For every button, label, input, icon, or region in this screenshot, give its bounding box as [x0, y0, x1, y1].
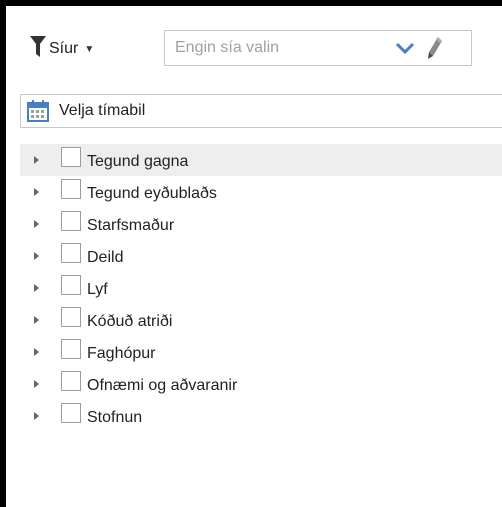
expand-arrow-icon[interactable]: [34, 348, 39, 356]
funnel-icon: [30, 35, 46, 63]
tree-item-medication[interactable]: Lyf: [20, 272, 502, 304]
select-period-label: Velja tímabil: [59, 102, 146, 119]
tree-item-checkbox[interactable]: [61, 339, 81, 359]
filter-tree: Tegund gagna Tegund eyðublaðs Starfsmaðu…: [20, 144, 502, 432]
expand-arrow-icon[interactable]: [34, 412, 39, 420]
expand-arrow-icon[interactable]: [34, 252, 39, 260]
chevron-down-icon[interactable]: [395, 41, 415, 60]
caret-down-icon: ▼: [84, 43, 95, 55]
tree-item-label: Lyf: [87, 281, 108, 298]
tree-item-label: Tegund eyðublaðs: [87, 185, 217, 202]
tree-item-checkbox[interactable]: [61, 403, 81, 423]
tree-item-label: Kóðuð atriði: [87, 313, 173, 330]
tree-item-checkbox[interactable]: [61, 243, 81, 263]
expand-arrow-icon[interactable]: [34, 284, 39, 292]
tree-item-checkbox[interactable]: [61, 179, 81, 199]
tree-item-label: Stofnun: [87, 409, 143, 426]
tree-item-professional-group[interactable]: Faghópur: [20, 336, 502, 368]
filter-select-placeholder: Engin sía valin: [175, 39, 280, 56]
tree-item-form-type[interactable]: Tegund eyðublaðs: [20, 176, 502, 208]
expand-arrow-icon[interactable]: [34, 188, 39, 196]
tree-item-checkbox[interactable]: [61, 275, 81, 295]
expand-arrow-icon[interactable]: [34, 220, 39, 228]
tree-item-label: Tegund gagna: [87, 153, 189, 170]
tree-item-label: Ofnæmi og aðvaranir: [87, 377, 238, 394]
expand-arrow-icon[interactable]: [34, 156, 39, 164]
tree-item-checkbox[interactable]: [61, 147, 81, 167]
tree-item-allergies-warnings[interactable]: Ofnæmi og aðvaranir: [20, 368, 502, 400]
tree-item-coded-items[interactable]: Kóðuð atriði: [20, 304, 502, 336]
tree-item-label: Deild: [87, 249, 124, 266]
tree-item-label: Starfsmaður: [87, 217, 175, 234]
tree-item-data-type[interactable]: Tegund gagna: [20, 144, 502, 176]
expand-arrow-icon[interactable]: [34, 380, 39, 388]
calendar-icon: [27, 100, 49, 122]
filter-select[interactable]: Engin sía valin: [164, 30, 472, 66]
select-period-button[interactable]: Velja tímabil: [20, 94, 502, 128]
tree-item-checkbox[interactable]: [61, 211, 81, 231]
tree-item-checkbox[interactable]: [61, 371, 81, 391]
tree-item-checkbox[interactable]: [61, 307, 81, 327]
tree-item-label: Faghópur: [87, 345, 156, 362]
window-frame-top: [0, 0, 502, 6]
pencil-icon[interactable]: [427, 36, 443, 65]
tree-item-department[interactable]: Deild: [20, 240, 502, 272]
filter-menu-button[interactable]: Síur ▼: [30, 34, 94, 64]
filter-menu-label: Síur: [49, 40, 79, 57]
tree-item-employee[interactable]: Starfsmaður: [20, 208, 502, 240]
window-frame-left: [0, 0, 6, 507]
tree-item-institution[interactable]: Stofnun: [20, 400, 502, 432]
expand-arrow-icon[interactable]: [34, 316, 39, 324]
